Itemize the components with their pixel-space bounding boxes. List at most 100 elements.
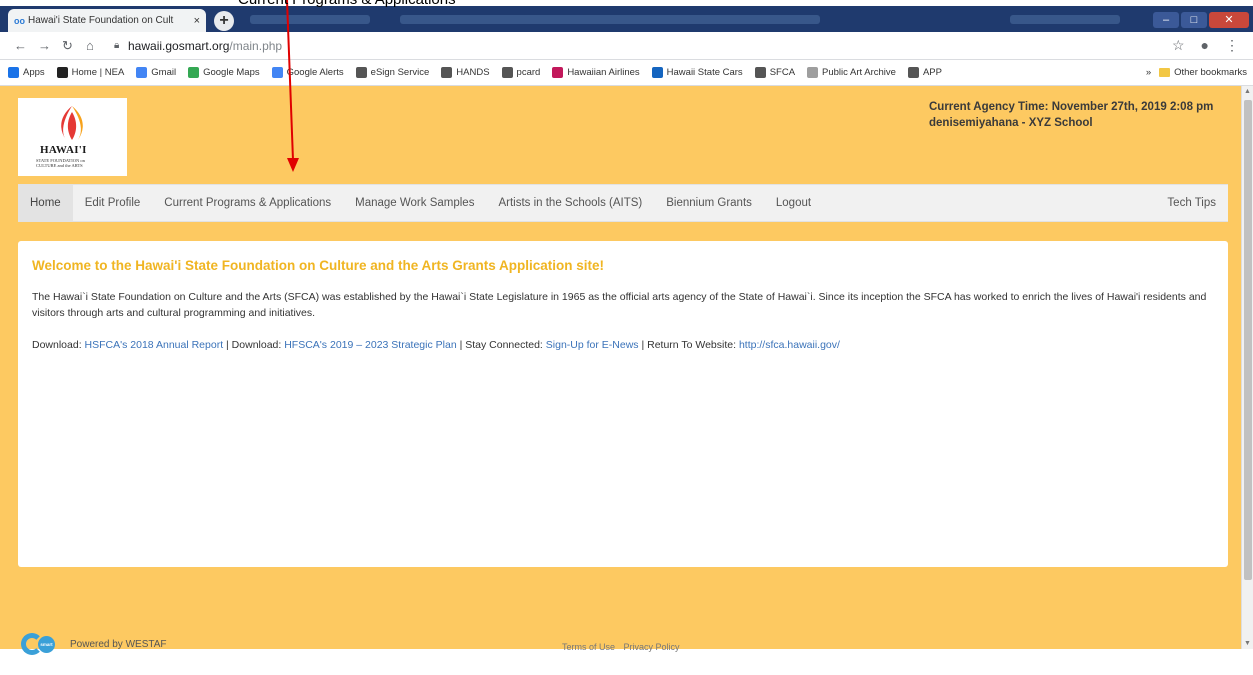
return-label: | Return To Website: bbox=[638, 339, 739, 351]
stay-connected-label: | Stay Connected: bbox=[456, 339, 546, 351]
url-path: /main.php bbox=[229, 39, 283, 53]
bookmark-item[interactable]: Hawaii State Cars bbox=[651, 67, 743, 78]
bookmark-label: Hawaiian Airlines bbox=[567, 67, 640, 78]
maps-icon bbox=[188, 67, 200, 78]
bookmark-item[interactable]: SFCA bbox=[754, 67, 796, 78]
browser-tab[interactable]: oo Hawai'i State Foundation on Cult × bbox=[8, 9, 206, 32]
bookmark-item[interactable]: eSign Service bbox=[355, 67, 429, 78]
address-bar-actions: ☆ ● ⋮ bbox=[1172, 37, 1239, 54]
doc-icon bbox=[807, 67, 819, 78]
page-scrollbar[interactable]: ▲ ▼ bbox=[1241, 86, 1253, 649]
seal-icon bbox=[441, 67, 453, 78]
scroll-up-icon[interactable]: ▲ bbox=[1244, 88, 1251, 95]
bookmark-item[interactable]: APP bbox=[907, 67, 942, 78]
seal-icon bbox=[355, 67, 367, 78]
bookmark-label: Public Art Archive bbox=[822, 67, 896, 78]
enews-signup-link[interactable]: Sign-Up for E-News bbox=[546, 339, 639, 351]
strategic-plan-link[interactable]: HFSCA's 2019 – 2023 Strategic Plan bbox=[284, 339, 456, 351]
annotation-text: Current Programs & Applications bbox=[238, 0, 456, 8]
bookmark-label: Apps bbox=[23, 67, 45, 78]
main-nav: Home Edit Profile Current Programs & Appli… bbox=[18, 184, 1228, 222]
bookmark-label: Google Alerts bbox=[286, 67, 344, 78]
minimize-icon[interactable]: – bbox=[1153, 12, 1179, 28]
blurred-region bbox=[400, 15, 820, 24]
nav-item-current-programs-applications[interactable]: Current Programs & Applications bbox=[152, 185, 343, 221]
other-bookmarks[interactable]: Other bookmarks bbox=[1174, 67, 1247, 78]
terms-of-use-link[interactable]: Terms of Use bbox=[562, 642, 615, 652]
bookmark-item[interactable]: pcard bbox=[501, 67, 541, 78]
nav-item-edit-profile[interactable]: Edit Profile bbox=[73, 185, 153, 221]
maximize-icon[interactable]: □ bbox=[1181, 12, 1207, 28]
nav-item-artists-in-the-schools-aits[interactable]: Artists in the Schools (AITS) bbox=[486, 185, 654, 221]
download-label: Download: bbox=[32, 339, 85, 351]
downloads-line: Download: HSFCA's 2018 Annual Report | D… bbox=[32, 339, 1214, 351]
blurred-region bbox=[1010, 15, 1120, 24]
bookmark-item[interactable]: Google Alerts bbox=[271, 67, 344, 78]
blurred-region bbox=[250, 15, 370, 24]
intro-paragraph: The Hawai`i State Foundation on Culture … bbox=[32, 291, 1207, 319]
scroll-thumb[interactable] bbox=[1244, 100, 1252, 580]
bookmark-item[interactable]: Apps bbox=[8, 67, 45, 78]
bookmark-label: Hawaii State Cars bbox=[666, 67, 743, 78]
nav-item-home[interactable]: Home bbox=[18, 185, 73, 221]
welcome-panel: Welcome to the Hawai'i State Foundation … bbox=[18, 241, 1228, 567]
bookmarks-overflow: » Other bookmarks bbox=[1146, 67, 1247, 78]
nav-item-logout[interactable]: Logout bbox=[764, 185, 823, 221]
menu-kebab-icon[interactable]: ⋮ bbox=[1225, 37, 1239, 54]
current-user: denisemiyahana - XYZ School bbox=[929, 117, 1093, 129]
privacy-policy-link[interactable]: Privacy Policy bbox=[624, 642, 680, 652]
tab-close-icon[interactable]: × bbox=[194, 15, 200, 27]
bookmark-item[interactable]: Home | NEA bbox=[56, 67, 125, 78]
reload-icon[interactable]: ↻ bbox=[62, 38, 73, 54]
globe-icon bbox=[907, 67, 919, 78]
forward-icon[interactable]: → bbox=[38, 38, 51, 53]
scroll-down-icon[interactable]: ▼ bbox=[1244, 640, 1251, 647]
bookmarks-bar: Apps Home | NEA Gmail Google Maps Google Ale… bbox=[0, 60, 1253, 86]
logo-subtitle: STATE FOUNDATION on CULTURE and the ARTS bbox=[36, 158, 85, 168]
bookmark-item[interactable]: Hawaiian Airlines bbox=[552, 67, 640, 78]
powered-by: Powered by WESTAF bbox=[70, 639, 167, 650]
window-controls: – □ ✕ bbox=[1153, 12, 1249, 28]
sfca-logo[interactable]: HAWAI'I STATE FOUNDATION on CULTURE and … bbox=[18, 98, 127, 176]
bookmark-item[interactable]: Gmail bbox=[136, 67, 176, 78]
lock-icon[interactable]: 🔒︎ bbox=[114, 40, 119, 51]
profile-icon[interactable]: ● bbox=[1201, 37, 1209, 54]
tab-title: Hawai'i State Foundation on Cult bbox=[28, 15, 174, 26]
address-bar: ← → ↻ ⌂ 🔒︎ hawaii.gosmart.org/main.php ☆… bbox=[0, 32, 1253, 60]
url-host: hawaii.gosmart.org bbox=[128, 39, 230, 53]
agency-info: Current Agency Time: November 27th, 2019… bbox=[929, 99, 1213, 131]
url-field[interactable]: hawaii.gosmart.org/main.php bbox=[128, 39, 282, 53]
gosmart-favicon-icon: oo bbox=[14, 15, 25, 26]
bookmark-label: Home | NEA bbox=[71, 67, 125, 78]
bookmark-item[interactable]: Public Art Archive bbox=[807, 67, 896, 78]
home-icon[interactable]: ⌂ bbox=[86, 38, 94, 53]
back-icon[interactable]: ← bbox=[14, 38, 27, 53]
logo-wordmark: HAWAI'I bbox=[40, 144, 87, 156]
window-close-icon[interactable]: ✕ bbox=[1209, 12, 1249, 28]
bookmark-label: HANDS bbox=[456, 67, 490, 78]
download-label: | Download: bbox=[223, 339, 285, 351]
seal-icon bbox=[754, 67, 766, 78]
bookmark-label: pcard bbox=[516, 67, 541, 78]
gosmart-logo[interactable]: smart bbox=[21, 633, 65, 655]
nea-icon bbox=[56, 67, 68, 78]
new-tab-button[interactable]: + bbox=[214, 11, 234, 31]
footer: smart Powered by WESTAF Terms of Use Pri… bbox=[18, 631, 1228, 659]
go-o-icon: smart bbox=[38, 636, 55, 653]
nav-item-tech-tips[interactable]: Tech Tips bbox=[1155, 185, 1228, 221]
nav-item-manage-work-samples[interactable]: Manage Work Samples bbox=[343, 185, 486, 221]
nav-item-biennium-grants[interactable]: Biennium Grants bbox=[654, 185, 764, 221]
bookmark-label: Google Maps bbox=[203, 67, 260, 78]
browser-tab-bar: oo Hawai'i State Foundation on Cult × + … bbox=[0, 6, 1253, 32]
annual-report-link[interactable]: HSFCA's 2018 Annual Report bbox=[85, 339, 224, 351]
bookmark-item[interactable]: HANDS bbox=[441, 67, 490, 78]
page-body: HAWAI'I STATE FOUNDATION on CULTURE and … bbox=[0, 86, 1241, 655]
agency-time: Current Agency Time: November 27th, 2019… bbox=[929, 101, 1214, 113]
sfca-website-link[interactable]: http://sfca.hawaii.gov/ bbox=[739, 339, 840, 351]
bookmark-item[interactable]: Google Maps bbox=[188, 67, 260, 78]
bookmark-label: APP bbox=[922, 67, 942, 78]
more-bookmarks-icon[interactable]: » bbox=[1146, 67, 1151, 78]
bookmark-label: SFCA bbox=[769, 67, 796, 78]
star-icon[interactable]: ☆ bbox=[1172, 37, 1185, 54]
sfca-flame-icon bbox=[61, 106, 83, 140]
